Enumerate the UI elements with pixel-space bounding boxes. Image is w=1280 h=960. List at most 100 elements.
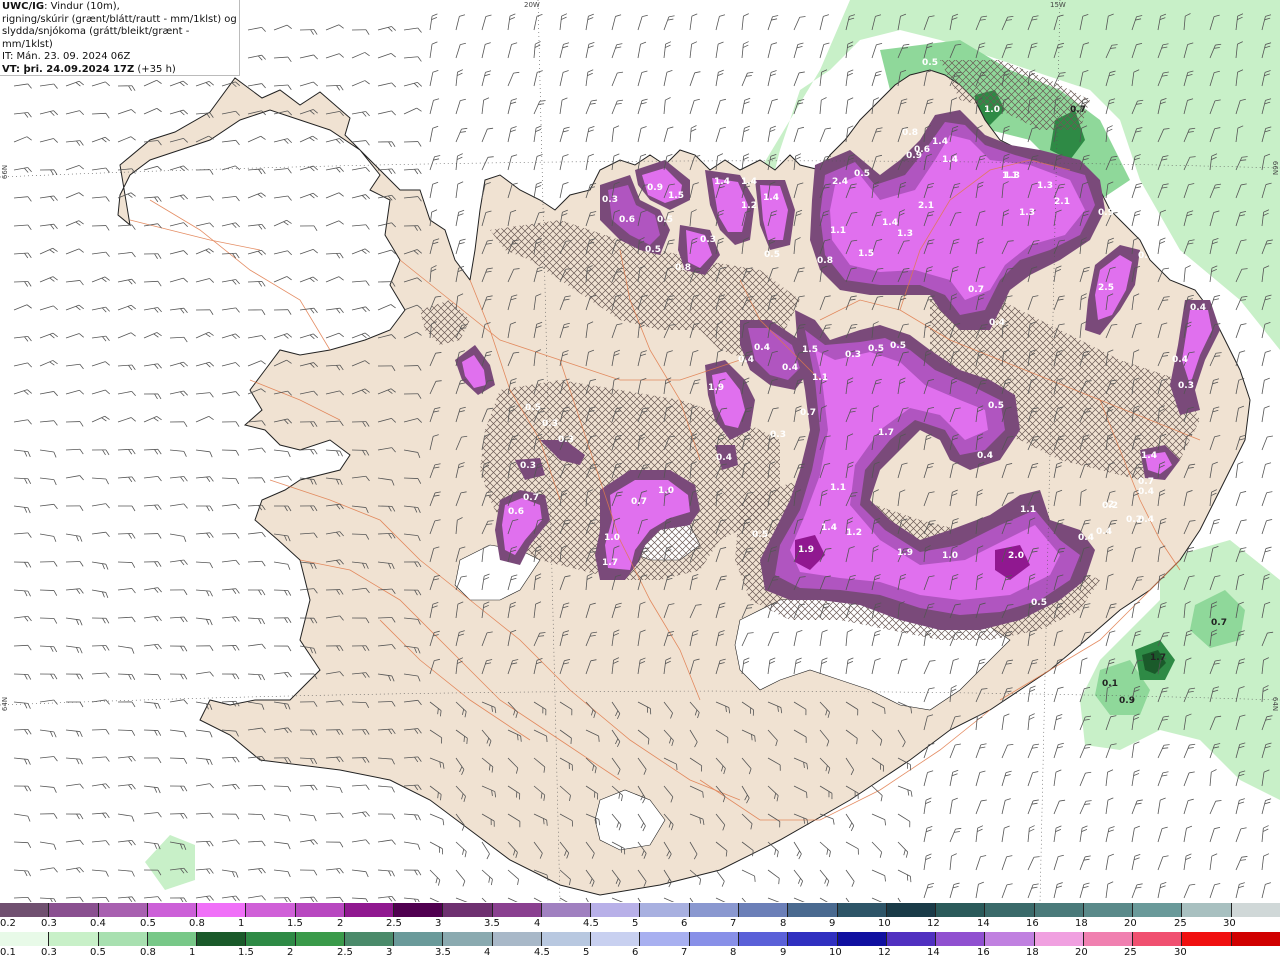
- snow-ticks-tick: 0.4: [90, 918, 106, 929]
- precip-value-label: 1.1: [1020, 505, 1036, 515]
- rain-ticks-tick: 5: [583, 947, 590, 958]
- snow-scale-swatch: [295, 903, 345, 917]
- rain-scale-swatch: [147, 932, 198, 946]
- rain-scale-swatch: [1231, 932, 1280, 946]
- precip-value-label: 1.4: [763, 193, 779, 203]
- precip-value-label: 0.4: [782, 363, 798, 373]
- rain-scale-swatch: [1083, 932, 1134, 946]
- snow-scale-swatch: [98, 903, 148, 917]
- precip-value-label: 0.5: [854, 169, 870, 179]
- precip-value-label: 1.4: [741, 177, 757, 187]
- snow-scale-swatch: [689, 903, 739, 917]
- precip-value-label: 1.1: [812, 373, 828, 383]
- rain-scale-swatch: [246, 932, 296, 946]
- precip-value-label: 0.4: [1138, 487, 1154, 497]
- snow-ticks-tick: 5: [632, 918, 639, 929]
- iceland-precip-map: 0.50.70.81.00.90.61.41.41.31.32.1 2.11.10…: [0, 0, 1280, 902]
- precip-value-label: 0.7: [968, 285, 984, 295]
- precip-value-label: 0.5: [1031, 598, 1047, 608]
- precip-value-label: 1.1: [830, 483, 846, 493]
- snow-ticks-tick: 1: [238, 918, 245, 929]
- snow-scale-swatch: [1133, 903, 1183, 917]
- precip-value-label: 0.3: [558, 435, 574, 445]
- precip-value-label: 1.4: [932, 137, 948, 147]
- rain-ticks-tick: 20: [1075, 947, 1088, 958]
- rain-color-scale: [0, 932, 1280, 946]
- precip-value-label: 0.6: [508, 507, 524, 517]
- precip-value-label: 0.3: [700, 235, 716, 245]
- precip-value-label: 0.3: [845, 350, 861, 360]
- precip-value-label: 0.7: [1211, 618, 1227, 628]
- rain-ticks-tick: 14: [927, 947, 940, 958]
- precip-value-label: 1.1: [1002, 171, 1018, 181]
- rain-scale-swatch: [197, 932, 247, 946]
- rain-ticks-tick: 12: [878, 947, 891, 958]
- precip-value-label: 0.3: [520, 461, 536, 471]
- snow-ticks-tick: 18: [1075, 918, 1088, 929]
- precip-value-label: 1.0: [658, 486, 674, 496]
- rain-scale-swatch: [788, 932, 838, 946]
- snow-scale-swatch: [936, 903, 986, 917]
- model-title: UWC/IG: [2, 1, 45, 12]
- precip-value-label: 0.4: [1078, 533, 1094, 543]
- lat-label-64n-right: 64N: [1271, 696, 1280, 712]
- snow-ticks-tick: 0.8: [189, 918, 205, 929]
- precip-value-label: 1.5: [668, 191, 684, 201]
- snow-ticks-tick: 12: [927, 918, 940, 929]
- precip-value-label: 1.4: [821, 523, 837, 533]
- precip-value-label: 0.4: [738, 355, 754, 365]
- precip-value-label: 1.0: [984, 105, 1000, 115]
- snow-ticks-tick: 4: [534, 918, 541, 929]
- precip-value-label: 0.5: [890, 341, 906, 351]
- precip-value-label: 0.3: [542, 419, 558, 429]
- snow-ticks-tick: 2.5: [386, 918, 402, 929]
- precip-value-label: 1.3: [1019, 208, 1035, 218]
- rain-scale-swatch: [344, 932, 395, 946]
- precip-value-label: 0.9: [1098, 208, 1114, 218]
- snow-scale-swatch: [1034, 903, 1084, 917]
- precip-value-label: 0.8: [817, 256, 833, 266]
- precip-value-label: 0.7: [1070, 105, 1086, 115]
- precip-value-label: 0.3: [770, 430, 786, 440]
- snow-scale-swatch: [344, 903, 395, 917]
- precip-value-label: 2: [1108, 500, 1114, 510]
- snow-scale-swatch: [197, 903, 247, 917]
- snow-ticks-tick: 1.5: [287, 918, 303, 929]
- precip-value-label: 0.7: [1138, 251, 1154, 261]
- precip-value-label: 1.9: [798, 545, 814, 555]
- precip-value-label: 0.5: [657, 215, 673, 225]
- precip-value-label: 0.4: [1172, 355, 1188, 365]
- rain-scale-swatch: [738, 932, 789, 946]
- rain-scale-swatch: [0, 932, 50, 946]
- rain-scale-swatch: [985, 932, 1035, 946]
- precip-value-label: 1.7: [602, 558, 618, 568]
- info-line-2: rigning/skúrir (grænt/blátt/rautt - mm/1…: [2, 13, 237, 25]
- precip-value-label: 0.6: [619, 215, 635, 225]
- precip-value-label: 1.9: [708, 383, 724, 393]
- lon-label-20w: 20W: [524, 1, 540, 9]
- snow-scale-swatch: [738, 903, 789, 917]
- precip-value-label: 1.0: [942, 551, 958, 561]
- precip-value-label: 1.4: [942, 155, 958, 165]
- precip-value-label: 2.1: [1054, 197, 1070, 207]
- rain-scale-swatch: [837, 932, 887, 946]
- precip-value-label: 1.5: [858, 249, 874, 259]
- precip-value-label: 0.7: [523, 493, 539, 503]
- snow-ticks-tick: 0.2: [0, 918, 16, 929]
- rain-ticks-tick: 7: [681, 947, 688, 958]
- precip-value-label: 0.7: [1138, 477, 1154, 487]
- snow-scale-swatch: [443, 903, 493, 917]
- precip-value-label: 0.9: [1119, 696, 1135, 706]
- precip-value-label: 1.3: [897, 229, 913, 239]
- snow-scale-swatch: [985, 903, 1035, 917]
- rain-scale-swatch: [591, 932, 641, 946]
- rain-ticks-tick: 8: [730, 947, 737, 958]
- color-scale-panel: 0.2 0.3 0.4 0.5 0.8 1 1.5 2 2.5 3 3.5 4 4.5 5 6 7 8 9 10 12…: [0, 902, 1280, 960]
- snow-ticks-tick: 2: [337, 918, 344, 929]
- rain-scale-swatch: [295, 932, 345, 946]
- precip-value-label: 0.4: [977, 451, 993, 461]
- info-line-3: slydda/snjókoma (grátt/bleikt/grænt - mm…: [2, 26, 190, 50]
- rain-scale-swatch: [98, 932, 148, 946]
- snow-scale-swatch: [246, 903, 296, 917]
- rain-ticks-tick: 25: [1124, 947, 1137, 958]
